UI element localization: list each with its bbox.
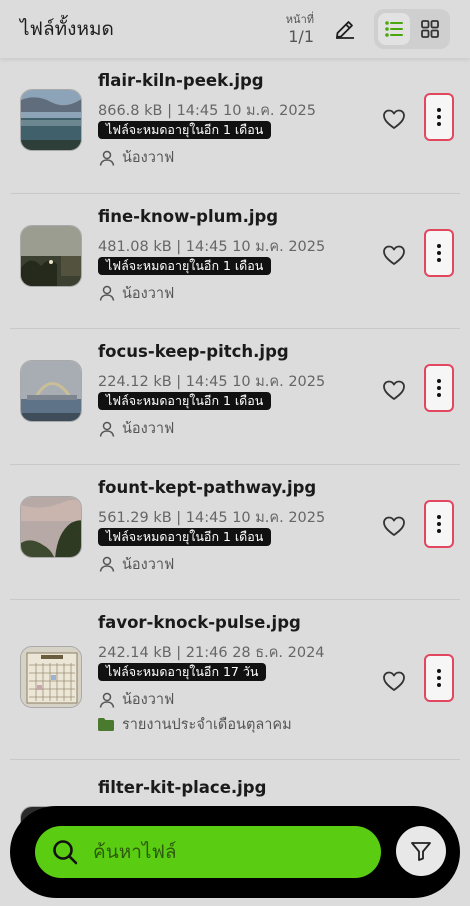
search-icon <box>53 840 78 865</box>
file-meta: 224.12 kB | 14:45 10 ม.ค. 2025 <box>98 374 326 390</box>
more-vertical-icon <box>437 514 441 533</box>
owner-name: น้องวาฟ <box>122 692 175 708</box>
folder-name: รายงานประจำเดือนตุลาคม <box>122 717 292 733</box>
owner-name: น้องวาฟ <box>122 556 175 573</box>
list-view-icon <box>385 21 403 37</box>
file-owner: น้องวาฟ <box>98 688 174 711</box>
search-input[interactable] <box>93 841 343 863</box>
file-row[interactable]: fount-kept-pathway.jpg 561.29 kB | 14:45… <box>10 465 460 600</box>
folder-icon <box>98 718 114 731</box>
expiry-badge: ไฟล์จะหมดอายุในอีก 17 วัน <box>98 663 267 681</box>
file-thumbnail <box>20 89 82 151</box>
more-options-button[interactable] <box>424 654 454 702</box>
more-vertical-icon <box>437 669 441 687</box>
more-options-button[interactable] <box>424 364 454 412</box>
user-icon <box>99 692 115 708</box>
file-meta: 561.29 kB | 14:45 10 ม.ค. 2025 <box>98 509 326 526</box>
user-icon <box>99 556 115 572</box>
favorite-button[interactable] <box>381 377 407 403</box>
favorite-button[interactable] <box>381 513 407 539</box>
grid-view-button[interactable] <box>414 13 446 45</box>
app-header: ไฟล์ทั้งหมด หน้าที่ 1/1 <box>0 0 470 58</box>
file-row[interactable]: focus-keep-pitch.jpg 224.12 kB | 14:45 1… <box>10 329 460 465</box>
file-list: flair-kiln-peek.jpg 866.8 kB | 14:45 10 … <box>0 58 470 896</box>
image-thumbnail <box>21 647 81 707</box>
more-options-button[interactable] <box>424 228 454 277</box>
file-thumbnail <box>20 360 82 422</box>
file-folder[interactable]: รายงานประจำเดือนตุลาคม <box>98 713 292 736</box>
image-thumbnail <box>21 90 81 150</box>
heart-icon <box>383 380 405 400</box>
favorite-button[interactable] <box>381 242 407 268</box>
owner-name: น้องวาฟ <box>122 150 175 166</box>
owner-name: น้องวาฟ <box>122 421 175 437</box>
file-owner: น้องวาฟ <box>98 553 174 576</box>
more-vertical-icon <box>437 108 441 126</box>
file-row[interactable]: favor-knock-pulse.jpg 242.14 kB | 21:46 … <box>10 600 460 760</box>
file-meta: 866.8 kB | 14:45 10 ม.ค. 2025 <box>98 103 317 119</box>
file-name[interactable]: favor-knock-pulse.jpg <box>98 613 301 632</box>
heart-icon <box>383 516 405 536</box>
heart-icon <box>383 671 405 691</box>
image-thumbnail <box>21 225 81 286</box>
more-options-button[interactable] <box>424 93 454 141</box>
page-indicator-label: หน้าที่ <box>285 12 314 26</box>
expiry-badge: ไฟล์จะหมดอายุในอีก 1 เดือน <box>98 392 272 410</box>
image-thumbnail <box>21 361 81 421</box>
file-name[interactable]: fine-know-plum.jpg <box>98 207 278 226</box>
file-owner: น้องวาฟ <box>98 282 174 305</box>
file-name[interactable]: focus-keep-pitch.jpg <box>98 342 289 361</box>
expiry-badge: ไฟล์จะหมดอายุในอีก 1 เดือน <box>98 527 272 546</box>
list-view-button[interactable] <box>378 13 410 45</box>
expiry-badge: ไฟล์จะหมดอายุในอีก 1 เดือน <box>98 121 272 139</box>
user-icon <box>99 150 115 166</box>
file-name[interactable]: fount-kept-pathway.jpg <box>98 478 316 497</box>
heart-icon <box>383 245 405 265</box>
file-meta: 242.14 kB | 21:46 28 ธ.ค. 2024 <box>98 645 325 661</box>
image-thumbnail <box>21 496 81 557</box>
file-thumbnail <box>20 224 82 287</box>
page-indicator: หน้าที่ 1/1 <box>286 14 314 45</box>
file-meta: 481.08 kB | 14:45 10 ม.ค. 2025 <box>98 238 326 255</box>
edit-button[interactable] <box>328 12 362 46</box>
more-vertical-icon <box>437 243 441 262</box>
search-box[interactable] <box>35 826 381 878</box>
file-owner: น้องวาฟ <box>98 146 174 169</box>
bottom-search-bar <box>10 806 460 898</box>
favorite-button[interactable] <box>381 668 407 694</box>
more-vertical-icon <box>437 379 441 397</box>
heart-icon <box>383 109 405 129</box>
view-toggle <box>374 9 450 49</box>
expiry-badge: ไฟล์จะหมดอายุในอีก 1 เดือน <box>98 256 272 275</box>
user-icon <box>99 421 115 437</box>
file-thumbnail <box>20 495 82 558</box>
more-options-button[interactable] <box>424 499 454 548</box>
grid-view-icon <box>421 20 439 38</box>
user-icon <box>99 285 115 301</box>
file-thumbnail <box>20 646 82 708</box>
filter-button[interactable] <box>396 826 446 876</box>
page-indicator-value: 1/1 <box>288 26 314 46</box>
file-row[interactable]: fine-know-plum.jpg 481.08 kB | 14:45 10 … <box>10 194 460 329</box>
file-row[interactable]: flair-kiln-peek.jpg 866.8 kB | 14:45 10 … <box>10 58 460 194</box>
filter-icon <box>411 842 431 861</box>
owner-name: น้องวาฟ <box>122 285 175 302</box>
pencil-icon <box>336 21 354 39</box>
file-name[interactable]: flair-kiln-peek.jpg <box>98 71 264 90</box>
page-title: ไฟล์ทั้งหมด <box>20 18 114 40</box>
file-name[interactable]: filter-kit-place.jpg <box>98 778 266 797</box>
file-owner: น้องวาฟ <box>98 417 174 440</box>
favorite-button[interactable] <box>381 106 407 132</box>
